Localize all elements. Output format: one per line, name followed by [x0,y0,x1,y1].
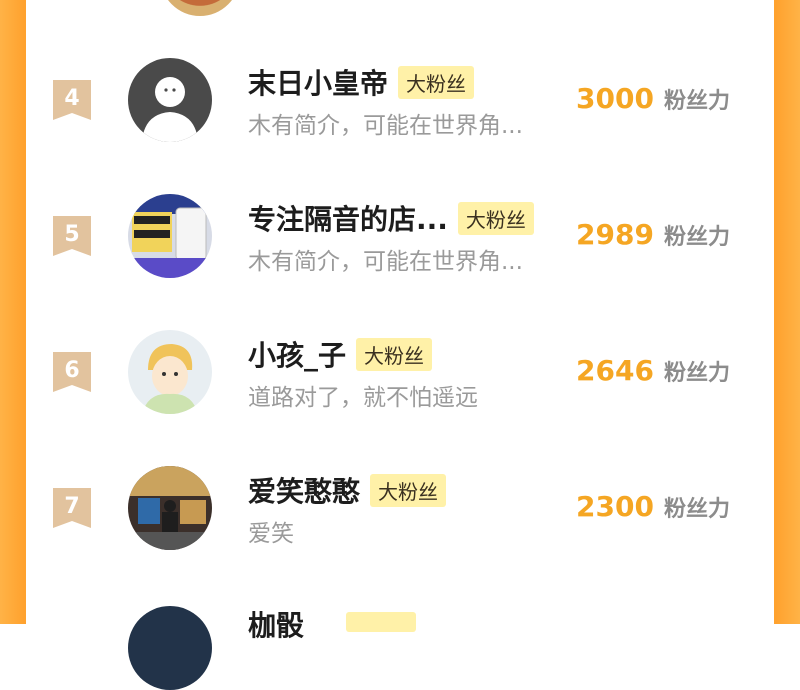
fan-level-badge: 大粉丝 [398,66,474,99]
fan-power: 2646 粉丝力 [576,354,730,387]
fan-power: 3000 粉丝力 [576,82,730,115]
fan-power-unit: 粉丝力 [664,83,730,115]
rank-number: 7 [53,494,91,519]
list-item[interactable]: 6 小孩_子 大粉丝 道路对了，就不怕遥远 2646 粉丝力 [26,322,774,422]
fan-power-unit: 粉丝力 [664,219,730,251]
list-item[interactable]: 5 专注隔音的店... 大粉丝 木有简介，可能在世界角... 2989 粉丝力 [26,186,774,286]
fan-power: 2989 粉丝力 [576,218,730,251]
rank-number: 6 [53,358,91,383]
rank-number: 5 [53,222,91,247]
fan-power-value: 2646 [576,354,654,387]
fan-power-unit: 粉丝力 [664,491,730,523]
fan-level-badge: 大粉丝 [458,202,534,235]
fan-level-badge: 大粉丝 [356,338,432,371]
fan-level-badge [346,612,416,632]
avatar[interactable] [128,58,212,142]
avatar[interactable] [128,330,212,414]
user-bio: 道路对了，就不怕遥远 [248,378,478,412]
list-item[interactable]: 7 爱笑憨憨 大粉丝 爱笑 2300 粉丝力 [26,458,774,558]
user-name[interactable]: 专注隔音的店... [248,198,448,238]
user-bio: 爱笑 [248,514,294,548]
user-name[interactable]: 小孩_子 [248,334,346,374]
avatar[interactable] [128,606,212,690]
user-bio: 木有简介，可能在世界角... [248,242,523,276]
fan-power-value: 3000 [576,82,654,115]
user-name[interactable]: 末日小皇帝 [248,62,388,102]
avatar[interactable] [128,466,212,550]
user-name[interactable]: 枷骰 [248,604,304,644]
avatar[interactable] [128,194,212,278]
rank-badge: 7 [53,488,91,528]
rank-badge: 5 [53,216,91,256]
fan-ranking-list: 4 末日小皇帝 大粉丝 木有简介，可能在世界角... 3000 粉丝力 5 [26,0,774,624]
fan-level-badge: 大粉丝 [370,474,446,507]
list-item[interactable]: 4 末日小皇帝 大粉丝 木有简介，可能在世界角... 3000 粉丝力 [26,50,774,150]
avatar[interactable] [160,0,240,16]
fan-power: 2300 粉丝力 [576,490,730,523]
fan-power-unit: 粉丝力 [664,355,730,387]
fan-power-value: 2989 [576,218,654,251]
rank-number: 4 [53,86,91,111]
user-bio: 木有简介，可能在世界角... [248,106,523,140]
rank-badge: 6 [53,352,91,392]
fan-power-value: 2300 [576,490,654,523]
rank-badge: 4 [53,80,91,120]
user-name[interactable]: 爱笑憨憨 [248,470,360,510]
